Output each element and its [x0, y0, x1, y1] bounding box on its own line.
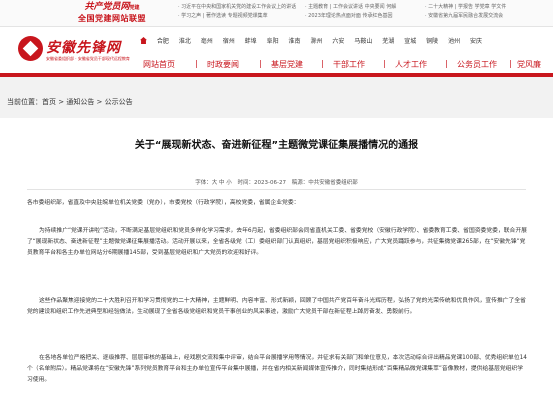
- breadcrumb-separator: >: [94, 98, 105, 106]
- nav-divider: |: [445, 59, 448, 68]
- top-link[interactable]: · 安徽省第九届军民融合发展交流会: [425, 13, 503, 19]
- nav-cadre[interactable]: 干部工作: [333, 59, 365, 70]
- top-banner: 共产党员网党建 全国党建网站联盟 · 习近平在中央和国家机关党的建设工作会议上的…: [0, 0, 553, 27]
- union-subtitle: 全国党建网站联盟: [78, 14, 146, 23]
- city-link[interactable]: 安庆: [470, 38, 482, 45]
- nav-integrity[interactable]: 党风廉: [517, 59, 541, 70]
- nav-civil-service[interactable]: 公务员工作: [457, 59, 497, 70]
- breadcrumb-prefix: 当前位置：: [7, 98, 42, 106]
- city-link[interactable]: 马鞍山: [354, 38, 372, 45]
- union-name: 共产党员网: [84, 2, 130, 12]
- article: 关于“展现新状态、奋进新征程”主题微党课征集展播情况的通报 字体：大 中 小 时…: [0, 118, 553, 395]
- city-link[interactable]: 芜湖: [382, 38, 394, 45]
- publish-time: 时间：2023-06-27: [237, 180, 286, 186]
- nav-talent[interactable]: 人才工作: [395, 59, 427, 70]
- nav-grassroots[interactable]: 基层党建: [271, 59, 303, 70]
- city-link[interactable]: 滁州: [310, 38, 322, 45]
- top-link[interactable]: · 习近平在中央和国家机关党的建设工作会议上的讲话: [178, 4, 296, 10]
- article-title: 关于“展现新状态、奋进新征程”主题微党课征集展播情况的通报: [134, 140, 419, 151]
- font-size-switch[interactable]: 字体：大 中 小: [195, 180, 232, 186]
- city-link[interactable]: 亳州: [201, 38, 213, 45]
- party-union-logo[interactable]: 共产党员网党建 全国党建网站联盟: [62, 2, 162, 24]
- breadcrumb-separator: >: [56, 98, 67, 106]
- logo-name: 安徽先锋网: [46, 40, 121, 56]
- city-link[interactable]: 宣城: [404, 38, 416, 45]
- top-links-col3: · 二十大精神 | 学报告 学党章 学文件 · 安徽省第九届军民融合发展交流会: [425, 3, 511, 21]
- city-link[interactable]: 铜陵: [426, 38, 438, 45]
- home-icon[interactable]: [140, 37, 147, 44]
- nav-divider: |: [321, 59, 324, 68]
- article-paragraph: 为持续推广“党课开讲啦”活动，不断满足基层党组织和党员多样化学习需求，去年6月起…: [27, 228, 527, 256]
- city-link[interactable]: 合肥: [157, 38, 169, 45]
- site-header: 安徽先锋网 安徽省委组织部 · 安徽省党员干部现代远程教育 合肥 淮北 亳州 宿…: [0, 27, 553, 73]
- city-links: 合肥 淮北 亳州 宿州 蚌埠 阜阳 淮南 滁州 六安 马鞍山 芜湖 宣城 铜陵 …: [140, 36, 490, 45]
- party-emblem-icon: [18, 36, 43, 61]
- site-logo[interactable]: 安徽先锋网 安徽省委组织部 · 安徽省党员干部现代远程教育: [18, 30, 130, 70]
- top-link[interactable]: · 主题教育 | 工作会议讲话 中央要闻 何解: [305, 4, 396, 10]
- nav-divider: |: [195, 59, 198, 68]
- breadcrumb-section[interactable]: 通知公告: [66, 98, 94, 106]
- city-link[interactable]: 阜阳: [267, 38, 279, 45]
- breadcrumb: 当前位置：首页 > 通知公告 > 公示公告: [7, 97, 133, 107]
- top-link[interactable]: · 2023年理论热点面对面 传承红色基因: [305, 13, 393, 19]
- union-tag: 党建: [129, 5, 140, 11]
- city-link[interactable]: 蚌埠: [245, 38, 257, 45]
- top-link[interactable]: · 二十大精神 | 学报告 学党章 学文件: [425, 4, 506, 10]
- nav-home[interactable]: 网站首页: [143, 59, 175, 70]
- article-source: 稿源：中共安徽省委组织部: [291, 180, 358, 186]
- nav-divider: |: [509, 59, 512, 68]
- breadcrumb-current[interactable]: 公示公告: [105, 98, 133, 106]
- nav-underline: [0, 73, 553, 77]
- city-link[interactable]: 淮南: [289, 38, 301, 45]
- breadcrumb-home[interactable]: 首页: [42, 98, 56, 106]
- nav-divider: |: [259, 59, 262, 68]
- city-link[interactable]: 宿州: [223, 38, 235, 45]
- city-link[interactable]: 淮北: [179, 38, 191, 45]
- article-paragraph: 这些作品聚焦迎接党的二十大胜利召开和学习贯彻党的二十大精神，主题鲜明、内容丰富、…: [27, 298, 526, 315]
- top-link[interactable]: · 学习之声 | 著作选读 专题视频党课集萃: [178, 13, 268, 19]
- nav-divider: |: [383, 59, 386, 68]
- top-links-col1: · 习近平在中央和国家机关党的建设工作会议上的讲话 · 学习之声 | 著作选读 …: [178, 3, 301, 21]
- city-link[interactable]: 六安: [332, 38, 344, 45]
- article-meta: 字体：大 中 小 时间：2023-06-27 稿源：中共安徽省委组织部: [0, 178, 553, 186]
- logo-slogan: 安徽省委组织部 · 安徽省党员干部现代远程教育: [46, 56, 130, 61]
- main-nav: 网站首页 | 时政要闻 | 基层党建 | 干部工作 | 人才工作 | 公务员工作…: [125, 57, 553, 73]
- nav-politics[interactable]: 时政要闻: [207, 59, 239, 70]
- top-links-col2: · 主题教育 | 工作会议讲话 中央要闻 何解 · 2023年理论热点面对面 传…: [305, 3, 401, 21]
- city-link[interactable]: 池州: [448, 38, 460, 45]
- article-paragraph: 在各地各单位严格把关、逐级推荐、层层审核的基础上，经戏剧交流和集中评审，结合平台…: [27, 355, 527, 383]
- divider: [27, 189, 526, 190]
- article-paragraph: 各市委组织部，省直及中央驻皖单位机关党委（党办），市委党校（行政学院），高校党委…: [27, 200, 300, 206]
